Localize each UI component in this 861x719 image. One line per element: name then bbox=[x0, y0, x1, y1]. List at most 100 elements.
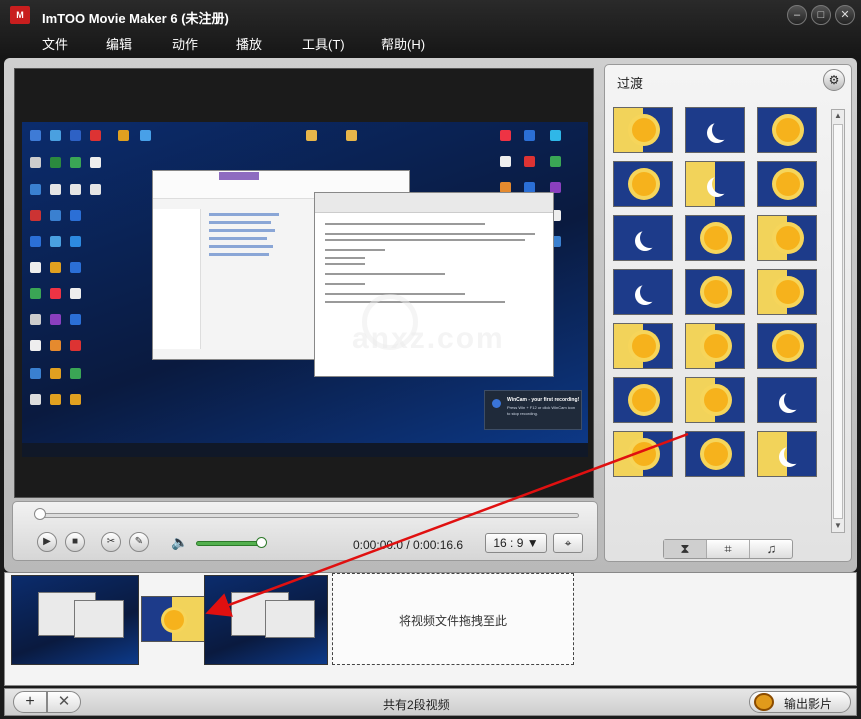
desktop-icon bbox=[50, 314, 61, 325]
aspect-ratio-value: 16 : 9 bbox=[493, 536, 524, 550]
menu-bar: 文件 编辑 动作 播放 工具(T) 帮助(H) bbox=[0, 30, 861, 54]
drop-zone-label: 将视频文件拖拽至此 bbox=[398, 614, 507, 628]
minimize-button[interactable]: – bbox=[787, 5, 807, 25]
text-line bbox=[325, 263, 365, 265]
progress-track[interactable] bbox=[39, 513, 579, 518]
menu-tools[interactable]: 工具(T) bbox=[302, 34, 345, 53]
transition-clip[interactable] bbox=[141, 596, 206, 642]
transition-tile[interactable] bbox=[613, 107, 673, 153]
sun-icon bbox=[704, 442, 728, 466]
transition-tile[interactable] bbox=[613, 323, 673, 369]
transition-tile[interactable] bbox=[757, 431, 817, 477]
transition-scrollbar[interactable]: ▲ ▼ bbox=[831, 109, 845, 533]
transition-tile[interactable] bbox=[613, 269, 673, 315]
export-button[interactable]: 输出影片 bbox=[749, 691, 851, 713]
file-row bbox=[209, 229, 275, 232]
transition-tile[interactable] bbox=[757, 323, 817, 369]
transition-tile[interactable] bbox=[685, 431, 745, 477]
tab-music-icon[interactable]: ♫ bbox=[750, 540, 793, 558]
desktop-icon bbox=[50, 340, 61, 351]
transition-tile[interactable] bbox=[685, 323, 745, 369]
text-line bbox=[325, 283, 365, 285]
scroll-up-icon[interactable]: ▲ bbox=[832, 110, 844, 122]
volume-handle[interactable] bbox=[256, 537, 267, 548]
transition-tile[interactable] bbox=[613, 431, 673, 477]
transition-tile[interactable] bbox=[613, 215, 673, 261]
volume-slider[interactable] bbox=[196, 541, 260, 546]
desktop-icon bbox=[70, 368, 81, 379]
volume-icon[interactable]: 🔈 bbox=[171, 534, 188, 551]
editor-toolbar bbox=[315, 193, 553, 213]
desktop-icon bbox=[500, 156, 511, 167]
sun-icon bbox=[704, 226, 728, 250]
play-button[interactable]: ▶ bbox=[37, 532, 57, 552]
edit-button[interactable]: ✎ bbox=[129, 532, 149, 552]
sun-icon bbox=[632, 118, 656, 142]
scroll-down-icon[interactable]: ▼ bbox=[832, 520, 844, 532]
transition-grid bbox=[613, 107, 823, 532]
sun-icon bbox=[164, 610, 184, 630]
desktop-icon bbox=[90, 184, 101, 195]
transition-panel-title: 过渡 bbox=[617, 76, 644, 91]
tab-transition-icon[interactable]: ⧗ bbox=[664, 540, 707, 558]
transition-tile[interactable] bbox=[757, 377, 817, 423]
sun-icon bbox=[704, 388, 728, 412]
add-clip-button[interactable]: + bbox=[13, 691, 47, 713]
progress-handle[interactable] bbox=[34, 508, 46, 520]
drop-zone[interactable]: 将视频文件拖拽至此 bbox=[332, 573, 574, 665]
crosshair-button[interactable]: ⌖ bbox=[553, 533, 583, 553]
menu-action[interactable]: 动作 bbox=[172, 34, 198, 53]
menu-edit[interactable]: 编辑 bbox=[106, 34, 132, 53]
settings-gear-icon[interactable]: ⚙ bbox=[823, 69, 845, 91]
maximize-button[interactable]: □ bbox=[811, 5, 831, 25]
export-label: 输出影片 bbox=[784, 697, 833, 711]
desktop-icon bbox=[500, 130, 511, 141]
transition-tile[interactable] bbox=[685, 161, 745, 207]
desktop-icon bbox=[524, 130, 535, 141]
menu-file[interactable]: 文件 bbox=[42, 34, 68, 53]
transition-tile[interactable] bbox=[757, 107, 817, 153]
text-line bbox=[325, 257, 365, 259]
menu-help[interactable]: 帮助(H) bbox=[381, 34, 425, 53]
panel-tab-bar: ⧗ ⌗ ♫ bbox=[663, 539, 793, 559]
desktop-icon bbox=[140, 130, 151, 141]
text-line bbox=[325, 223, 485, 225]
transition-tile[interactable] bbox=[685, 377, 745, 423]
desktop-icon bbox=[524, 156, 535, 167]
window-title: ImTOO Movie Maker 6 (未注册) bbox=[42, 11, 229, 26]
video-preview[interactable]: anxz.com WinCam - your first recording! … bbox=[14, 68, 594, 498]
split-button[interactable]: ✂ bbox=[101, 532, 121, 552]
transition-tile[interactable] bbox=[685, 107, 745, 153]
transition-tile[interactable] bbox=[757, 161, 817, 207]
folder-icon bbox=[346, 130, 357, 141]
storyboard: 将视频文件拖拽至此 bbox=[4, 572, 857, 686]
desktop-icon bbox=[30, 394, 41, 405]
stop-button[interactable]: ■ bbox=[65, 532, 85, 552]
transition-panel: 过渡 ⚙ ▲ ▼ ⧗ ⌗ ♫ bbox=[604, 64, 852, 562]
desktop-icon bbox=[550, 156, 561, 167]
explorer-sidebar bbox=[153, 209, 201, 349]
video-clip-1[interactable] bbox=[11, 575, 139, 665]
sun-icon bbox=[704, 334, 728, 358]
aspect-ratio-select[interactable]: 16 : 9 ▼ bbox=[485, 533, 547, 553]
transition-tile[interactable] bbox=[685, 269, 745, 315]
transition-tile[interactable] bbox=[613, 161, 673, 207]
film-reel-icon bbox=[754, 693, 774, 711]
desktop-icon bbox=[30, 157, 41, 168]
desktop-icon bbox=[50, 262, 61, 273]
tile-pattern bbox=[686, 162, 715, 206]
sun-icon bbox=[632, 334, 656, 358]
video-clip-2[interactable] bbox=[204, 575, 328, 665]
menu-play[interactable]: 播放 bbox=[236, 34, 262, 53]
tab-crop-icon[interactable]: ⌗ bbox=[707, 540, 750, 558]
close-button[interactable]: ✕ bbox=[835, 5, 855, 25]
remove-clip-button[interactable]: ✕ bbox=[47, 691, 81, 713]
timecode: 0:00:00.0 / 0:00:16.6 bbox=[353, 538, 464, 552]
scroll-thumb[interactable] bbox=[833, 124, 843, 519]
transition-tile[interactable] bbox=[757, 269, 817, 315]
transition-tile[interactable] bbox=[757, 215, 817, 261]
transition-tile[interactable] bbox=[685, 215, 745, 261]
desktop-icon bbox=[30, 368, 41, 379]
sun-icon bbox=[704, 280, 728, 304]
transition-tile[interactable] bbox=[613, 377, 673, 423]
